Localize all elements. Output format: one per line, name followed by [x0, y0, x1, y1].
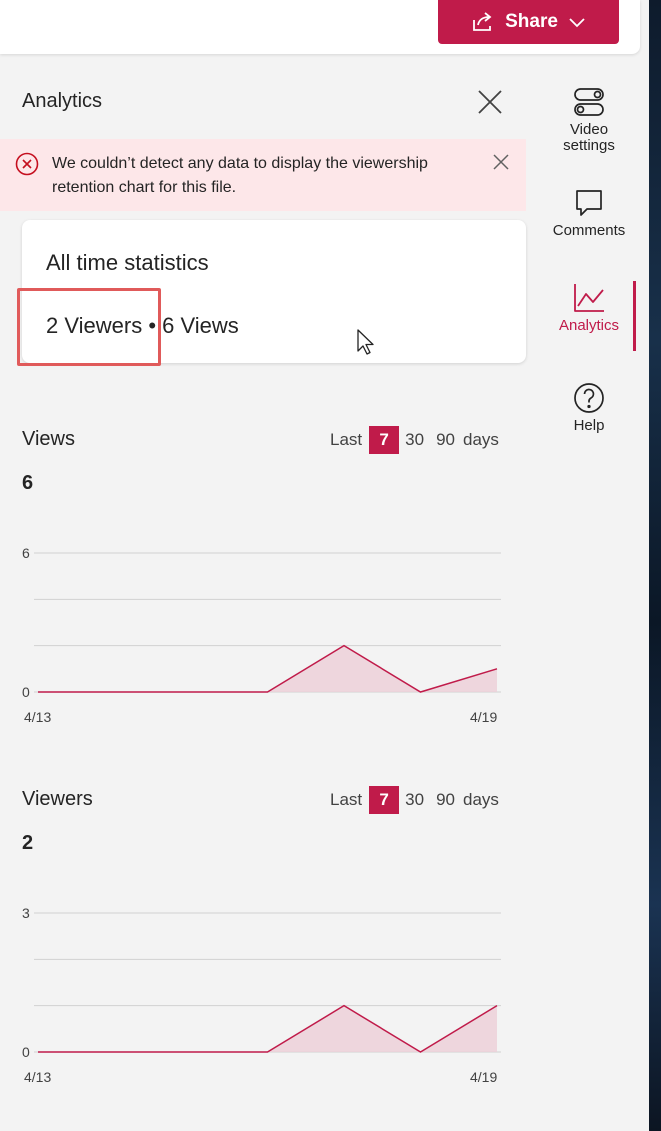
error-message-text: We couldn’t detect any data to display t…	[52, 155, 428, 196]
dismiss-error-button[interactable]	[492, 153, 510, 176]
share-button[interactable]: Share	[438, 0, 619, 44]
viewers-section-title: Viewers	[22, 788, 93, 810]
y-tick-label: 3	[22, 905, 30, 921]
series-area	[38, 1005, 497, 1052]
stats-title: All time statistics	[46, 250, 209, 275]
toggle-settings-icon	[549, 86, 629, 118]
views-chart: 0 6 4/13 4/19	[22, 545, 501, 725]
sidebar-item-analytics[interactable]: Analytics	[549, 282, 629, 334]
views-count: 6 Views	[162, 313, 239, 338]
active-indicator	[633, 281, 636, 351]
x-tick-label: 4/13	[24, 1069, 51, 1085]
range-option-30[interactable]: 30	[399, 790, 430, 810]
sidebar-item-label: Video settings	[563, 121, 615, 154]
chart-line-icon	[549, 282, 629, 314]
y-tick-label: 6	[22, 545, 30, 561]
close-panel-button[interactable]	[474, 86, 506, 118]
series-line	[38, 1004, 498, 1053]
desktop-background	[649, 0, 661, 1131]
help-icon	[549, 382, 629, 414]
sidebar-item-comments[interactable]: Comments	[549, 187, 629, 239]
range-last-label: Last	[330, 430, 363, 449]
sidebar-item-label: Comments	[552, 222, 626, 239]
panel-title: Analytics	[22, 90, 103, 112]
error-message-bar: We couldn’t detect any data to display t…	[0, 139, 526, 211]
range-days-label: days	[462, 430, 499, 449]
range-option-90[interactable]: 90	[430, 430, 461, 450]
x-tick-label: 4/19	[470, 1069, 497, 1085]
annotation-highlight-box	[17, 288, 161, 366]
chevron-down-icon	[568, 16, 586, 28]
y-tick-label: 0	[22, 1044, 30, 1060]
views-total: 6	[22, 472, 34, 494]
x-tick-label: 4/13	[24, 709, 51, 725]
views-range-selector: Last 7 30 90 days	[330, 426, 499, 454]
close-icon	[478, 90, 502, 114]
panel-edge	[640, 54, 649, 1131]
range-option-7[interactable]: 7	[369, 426, 400, 454]
range-option-30[interactable]: 30	[399, 430, 430, 450]
mouse-cursor-icon	[356, 328, 376, 361]
range-last-label: Last	[330, 790, 363, 809]
range-days-label: days	[462, 790, 499, 809]
viewers-range-selector: Last 7 30 90 days	[330, 786, 499, 814]
x-tick-label: 4/19	[470, 709, 497, 725]
series-area	[38, 645, 497, 692]
sidebar-item-label: Help	[573, 417, 605, 434]
comment-icon	[549, 187, 629, 219]
sidebar-item-video-settings[interactable]: Video settings	[549, 86, 629, 154]
range-option-7[interactable]: 7	[369, 786, 400, 814]
viewers-chart: 0 3 4/13 4/19	[22, 905, 501, 1085]
close-icon	[493, 154, 509, 170]
range-option-90[interactable]: 90	[430, 790, 461, 810]
error-circle-icon	[15, 152, 39, 181]
share-icon	[471, 11, 495, 33]
sidebar-item-help[interactable]: Help	[549, 382, 629, 434]
views-section-title: Views	[22, 428, 75, 450]
share-label: Share	[505, 11, 558, 32]
y-tick-label: 0	[22, 684, 30, 700]
sidebar-item-label: Analytics	[558, 317, 620, 334]
viewers-total: 2	[22, 832, 34, 854]
series-line	[38, 644, 498, 693]
